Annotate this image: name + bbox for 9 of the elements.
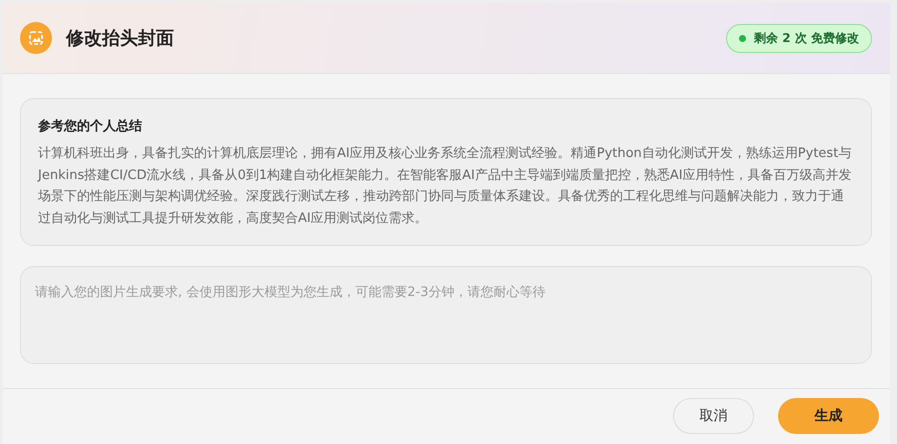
generate-button[interactable]: 生成	[778, 398, 879, 434]
free-edits-text: 剩余 2 次 免费修改	[754, 30, 859, 46]
summary-text: 计算机科班出身，具备扎实的计算机底层理论，拥有AI应用及核心业务系统全流程测试经验。精通Python自动化测试开发，熟练运用Pytest与Jenkins搭建CI/CD流水线，具备从0到1构建自动化框架能力。在智能客服AI产品中主导端到端质量把控，熟悉AI应用特性，具备百万级高并发场景下的性能压测与架构调优经验。深度践行测试左移，推动跨部门协同与质量体系建设。具备优秀的工程化思维与问题解决能力，致力于通过自动化与测试工具提升研发效能，高度契合AI应用测试岗位需求。	[38, 145, 853, 228]
prompt-field[interactable]: 请输入您的图片生成要求, 会使用图形大模型为您生成，可能需要2-3分钟，请您耐心等待	[20, 266, 872, 364]
cancel-button[interactable]: 取消	[673, 398, 754, 434]
summary-heading: 参考您的个人总结	[38, 118, 143, 135]
image-icon	[20, 22, 52, 54]
dialog-title: 修改抬头封面	[66, 27, 175, 50]
status-dot	[739, 34, 746, 42]
